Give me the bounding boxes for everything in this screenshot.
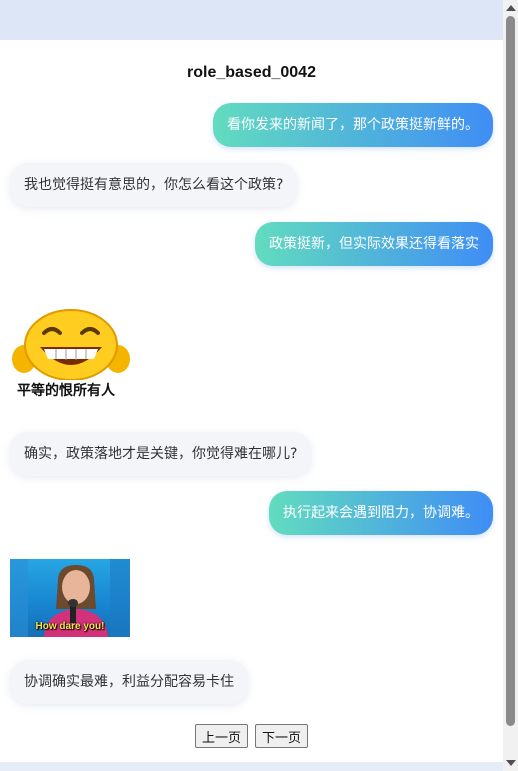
prev-page-button[interactable]: 上一页 xyxy=(194,724,248,748)
meme-caption: How dare you! xyxy=(35,621,105,632)
message-incoming: 确实，政策落地才是关键，你觉得难在哪儿? xyxy=(10,432,312,476)
pagination: 上一页 下一页 xyxy=(0,724,503,748)
message-outgoing: 看你发来的新闻了，那个政策挺新鲜的。 xyxy=(213,103,493,147)
how-dare-you-meme: How dare you! xyxy=(10,559,130,637)
scroll-down-arrow-icon[interactable] xyxy=(506,760,516,766)
message-incoming: 协调确实最难，利益分配容易卡住 xyxy=(10,660,248,704)
scroll-up-arrow-icon[interactable] xyxy=(506,5,516,11)
next-page-button[interactable]: 下一页 xyxy=(255,724,309,748)
scroll-thumb[interactable] xyxy=(506,16,515,726)
laughing-face-sticker xyxy=(10,305,132,384)
message-outgoing: 执行起来会遇到阻力，协调难。 xyxy=(269,491,493,535)
chat-panel: role_based_0042 看你发来的新闻了，那个政策挺新鲜的。 我也觉得挺… xyxy=(0,40,503,762)
sticker-caption: 平等的恨所有人 xyxy=(17,383,115,399)
page-title: role_based_0042 xyxy=(187,64,316,81)
message-incoming: 我也觉得挺有意思的，你怎么看这个政策? xyxy=(10,163,298,207)
vertical-scrollbar[interactable] xyxy=(503,0,518,771)
message-outgoing: 政策挺新，但实际效果还得看落实 xyxy=(255,222,493,266)
